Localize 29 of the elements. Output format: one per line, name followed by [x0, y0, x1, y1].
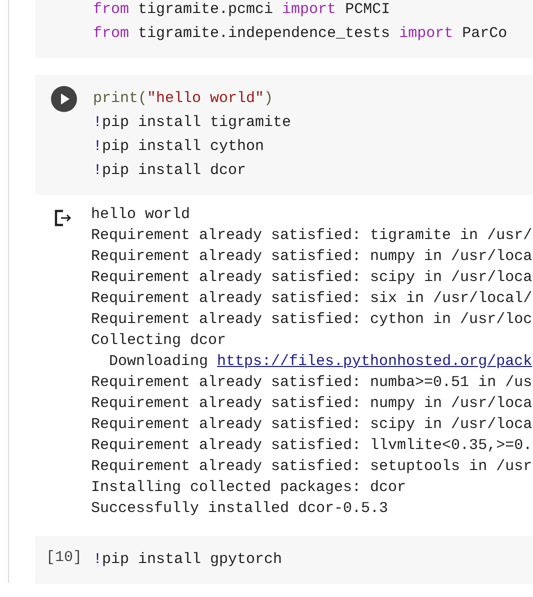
- output-line: Requirement already satisfied: tigramite in /usr/: [91, 226, 532, 246]
- output-line: Requirement already satisfied: numpy in /usr/loca: [91, 247, 532, 267]
- output-line: Requirement already satisfied: cython in /usr/loc: [91, 310, 532, 330]
- output-line: Collecting dcor: [91, 331, 228, 351]
- output-line: Downloading https://files.pythonhosted.org/pack: [108, 352, 532, 372]
- output-line: Requirement already satisfied: scipy in /usr/loca: [91, 268, 532, 288]
- code-cell[interactable]: [10] !pip install gpytorch: [35, 536, 533, 584]
- code-line: !pip install gpytorch: [93, 550, 282, 570]
- output-line: Requirement already satisfied: llvmlite<0.35,>=0.: [91, 436, 532, 456]
- code-line: !pip install tigramite: [93, 113, 292, 133]
- output-line: hello world: [91, 205, 192, 225]
- output-line: Installing collected packages: dcor: [91, 478, 408, 498]
- code-line: !pip install dcor: [93, 161, 248, 181]
- output-icon[interactable]: [53, 208, 73, 228]
- code-cell[interactable]: print("hello world") !pip install tigramite !pip install cython !pip install dcor: [35, 75, 533, 195]
- code-cell[interactable]: from tigramite.pcmci import PCMCI from tigramite.independence_tests import ParCo: [35, 0, 533, 58]
- execution-count: [10]: [46, 548, 82, 566]
- output-line: Successfully installed dcor-0.5.3: [91, 499, 390, 519]
- code-line: print("hello world"): [93, 89, 274, 109]
- output-line: Requirement already satisfied: six in /usr/local/: [91, 289, 532, 309]
- output-line: Requirement already satisfied: numpy in /usr/loca: [91, 394, 532, 414]
- code-line: from tigramite.pcmci import PCMCI: [93, 0, 392, 20]
- output-line: Requirement already satisfied: setuptools in /usr: [91, 457, 532, 477]
- output-line: Requirement already satisfied: numba>=0.51 in /us: [91, 373, 532, 393]
- download-link[interactable]: https://files.pythonhosted.org/pack: [217, 353, 532, 370]
- code-line: from tigramite.independence_tests import ParCo: [93, 24, 508, 44]
- code-line: !pip install cython: [93, 137, 266, 157]
- run-button-icon[interactable]: [51, 86, 77, 112]
- output-line: Requirement already satisfied: scipy in /usr/loca: [91, 415, 532, 435]
